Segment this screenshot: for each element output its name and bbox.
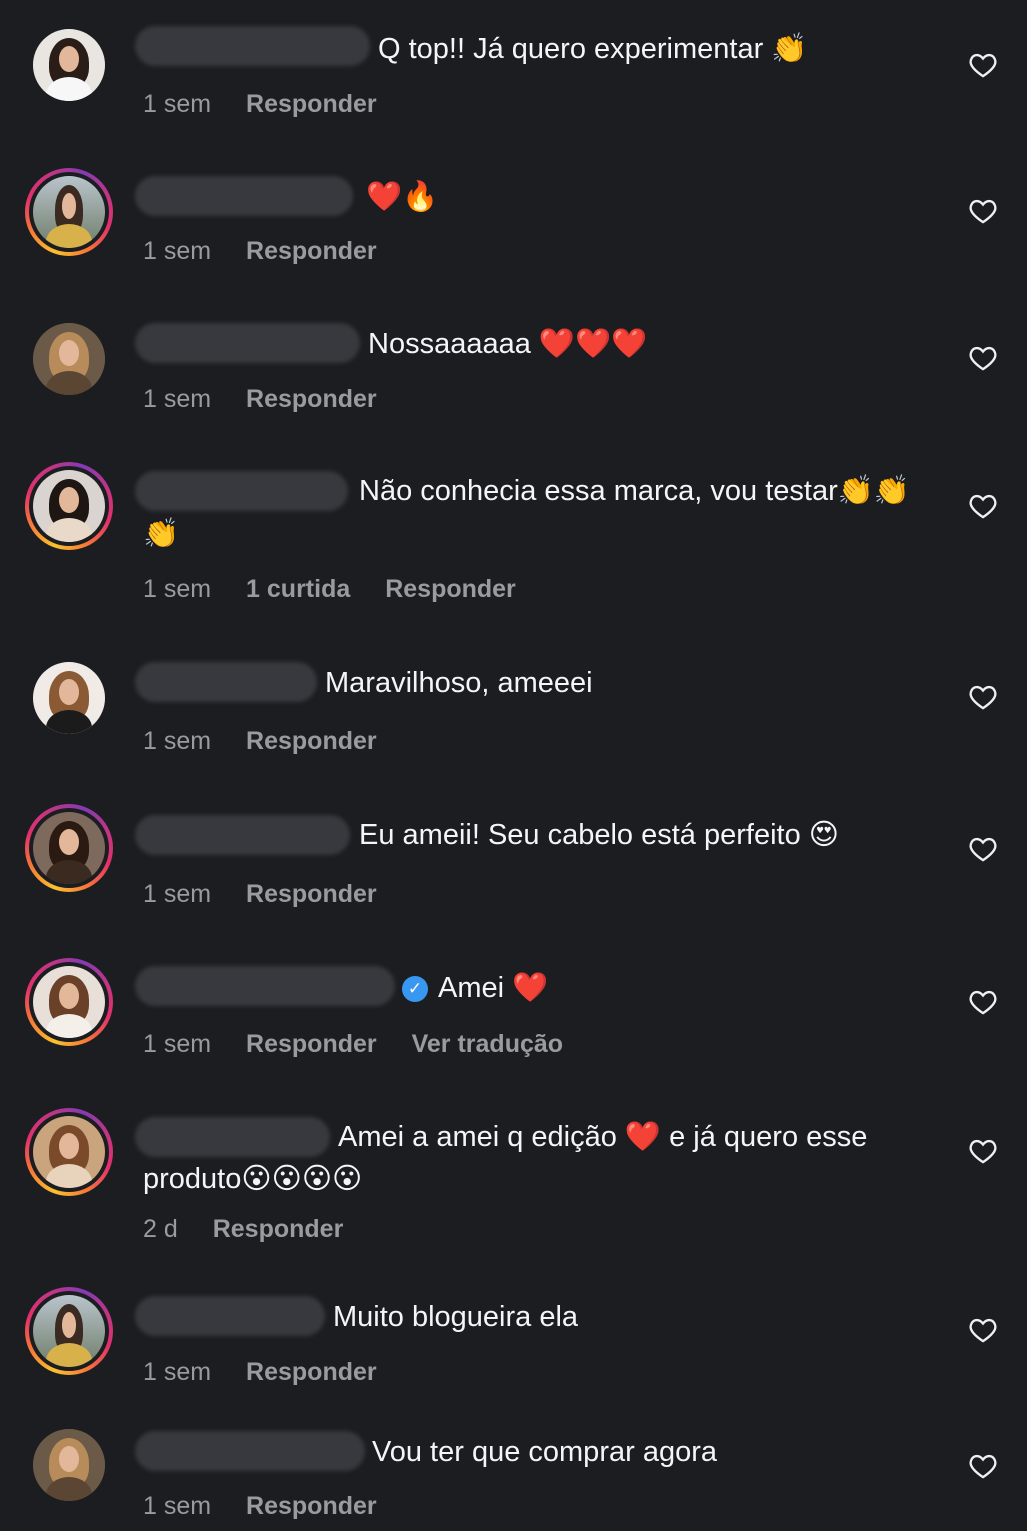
- comment-text-continued: 👏: [143, 518, 180, 550]
- avatar-story-ring[interactable]: [25, 462, 113, 550]
- comment-text: Amei ❤️: [438, 972, 549, 1004]
- reply-button[interactable]: Responder: [246, 237, 377, 265]
- avatar[interactable]: [33, 662, 105, 734]
- comment-meta: 1 sem Responder: [143, 880, 405, 909]
- username-redacted[interactable]: [135, 1431, 365, 1471]
- reply-button[interactable]: Responder: [246, 1492, 377, 1520]
- comment-time: 1 sem: [143, 727, 212, 755]
- comment-text: Nossaaaaaa ❤️❤️❤️: [368, 328, 648, 360]
- reply-button[interactable]: Responder: [246, 90, 377, 118]
- comment-text: Q top!! Já quero experimentar 👏: [378, 33, 808, 65]
- reply-button[interactable]: Responder: [246, 1030, 377, 1058]
- avatar-story-ring[interactable]: [25, 804, 113, 892]
- avatar-story-ring[interactable]: [25, 958, 113, 1046]
- username-redacted[interactable]: [135, 815, 350, 855]
- username-redacted[interactable]: [135, 26, 370, 66]
- heart-outline-icon[interactable]: [969, 345, 997, 371]
- comment-time: 1 sem: [143, 575, 212, 603]
- heart-outline-icon[interactable]: [969, 493, 997, 519]
- comment-text: Muito blogueira ela: [333, 1301, 579, 1333]
- heart-outline-icon[interactable]: [969, 198, 997, 224]
- comment-meta: 1 sem Responder: [143, 727, 405, 756]
- heart-outline-icon[interactable]: [969, 1317, 997, 1343]
- comment-time: 1 sem: [143, 1358, 212, 1386]
- comment-text-line: ✓ Amei ❤️: [402, 967, 548, 1009]
- username-redacted[interactable]: [135, 471, 348, 511]
- heart-outline-icon[interactable]: [969, 989, 997, 1015]
- comment-meta: 1 sem Responder: [143, 1492, 405, 1521]
- comment-meta: 1 sem 1 curtida Responder: [143, 575, 544, 604]
- username-redacted[interactable]: [135, 1117, 330, 1157]
- avatar-story-ring[interactable]: [25, 1287, 113, 1375]
- heart-outline-icon[interactable]: [969, 1138, 997, 1164]
- comment-text: Maravilhoso, ameeei: [325, 667, 593, 699]
- reply-button[interactable]: Responder: [246, 385, 377, 413]
- comment-meta: 1 sem Responder: [143, 385, 405, 414]
- verified-badge-icon: ✓: [402, 976, 428, 1003]
- heart-outline-icon[interactable]: [969, 684, 997, 710]
- avatar[interactable]: [33, 323, 105, 395]
- avatar[interactable]: [33, 1429, 105, 1501]
- username-redacted[interactable]: [135, 176, 353, 216]
- comment-time: 1 sem: [143, 385, 212, 413]
- comment-meta: 1 sem Responder: [143, 237, 405, 266]
- comment-text: ❤️🔥: [366, 179, 439, 213]
- comment-text-continued: produto😮😮😮😮: [143, 1163, 363, 1195]
- comment-text: Eu ameii! Seu cabelo está perfeito 😍: [359, 819, 840, 851]
- comment-time: 1 sem: [143, 1492, 212, 1520]
- heart-outline-icon[interactable]: [969, 836, 997, 862]
- username-redacted[interactable]: [135, 966, 395, 1006]
- comment-meta: 1 sem Responder: [143, 90, 405, 119]
- username-redacted[interactable]: [135, 1296, 325, 1336]
- reply-button[interactable]: Responder: [385, 575, 516, 603]
- avatar[interactable]: [33, 29, 105, 101]
- username-redacted[interactable]: [135, 323, 360, 363]
- comment-text: Amei a amei q edição ❤️ e já quero esse: [338, 1121, 868, 1153]
- see-translation-button[interactable]: Ver tradução: [412, 1030, 563, 1058]
- reply-button[interactable]: Responder: [246, 880, 377, 908]
- comment-time: 1 sem: [143, 237, 212, 265]
- heart-outline-icon[interactable]: [969, 52, 997, 78]
- comment-time: 1 sem: [143, 90, 212, 118]
- comment-meta: 1 sem Responder Ver tradução: [143, 1030, 591, 1059]
- reply-button[interactable]: Responder: [246, 727, 377, 755]
- comment-meta: 1 sem Responder: [143, 1358, 405, 1387]
- comment-meta: 2 d Responder: [143, 1215, 371, 1244]
- comment-text: Não conhecia essa marca, vou testar👏👏: [359, 475, 910, 507]
- username-redacted[interactable]: [135, 662, 317, 702]
- comment-time: 1 sem: [143, 1030, 212, 1058]
- reply-button[interactable]: Responder: [213, 1215, 344, 1243]
- heart-outline-icon[interactable]: [969, 1453, 997, 1479]
- likes-count[interactable]: 1 curtida: [246, 575, 350, 603]
- reply-button[interactable]: Responder: [246, 1358, 377, 1386]
- comment-time: 1 sem: [143, 880, 212, 908]
- avatar-story-ring[interactable]: [25, 1108, 113, 1196]
- comment-time: 2 d: [143, 1215, 178, 1243]
- avatar-story-ring[interactable]: [25, 168, 113, 256]
- comment-text: Vou ter que comprar agora: [372, 1436, 717, 1468]
